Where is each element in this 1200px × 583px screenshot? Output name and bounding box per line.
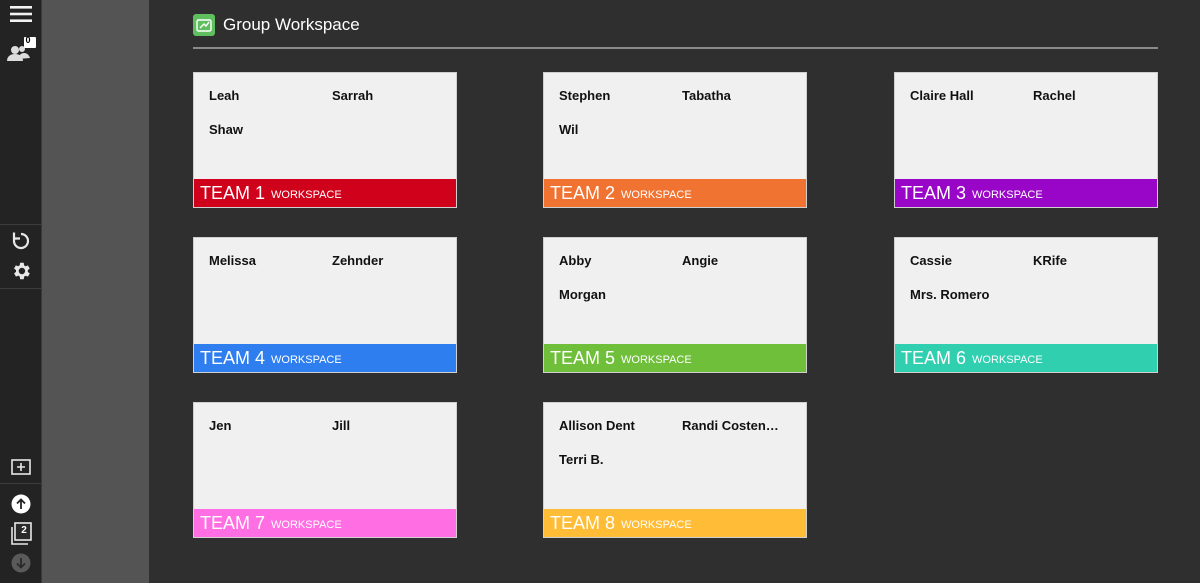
member-name: KRife	[1033, 253, 1067, 268]
team-label: TEAM 2	[550, 182, 616, 203]
arrow-down-circle-icon	[11, 553, 30, 573]
member-name: Sarrah	[332, 88, 374, 103]
member-name: Wil	[559, 122, 579, 137]
workspace-label: WORKSPACE	[972, 189, 1043, 201]
workspace-label: WORKSPACE	[271, 354, 342, 366]
group-workspace-icon	[193, 14, 215, 36]
member-list: Stephen Tabatha Wil	[559, 88, 799, 137]
add-page-button[interactable]	[0, 456, 41, 478]
team-card[interactable]: Claire Hall Rachel TEAM 3 WORKSPACE	[894, 72, 1158, 208]
team-label: TEAM 4	[200, 347, 266, 368]
member-name: Leah	[209, 88, 240, 103]
member-name: Randi Costen…	[682, 418, 779, 433]
member-list: Cassie KRife Mrs. Romero	[910, 253, 1150, 302]
team-card[interactable]: Abby Angie Morgan TEAM 5 WORKSPACE	[543, 237, 807, 373]
workspace-label: WORKSPACE	[271, 189, 342, 201]
undo-icon	[12, 232, 29, 250]
settings-button[interactable]	[0, 259, 41, 283]
team-footer: TEAM 6 WORKSPACE	[895, 344, 1157, 372]
member-name: Stephen	[559, 88, 611, 103]
team-card[interactable]: Allison Dent Randi Costen… Terri B. TEAM 8 W…	[543, 402, 807, 538]
member-name: Jill	[332, 418, 351, 433]
workspace-label: WORKSPACE	[972, 354, 1043, 366]
team-footer: TEAM 3 WORKSPACE	[895, 179, 1157, 207]
left-toolbar: 0 2	[0, 0, 42, 583]
page-count: 2	[21, 525, 27, 536]
team-footer: TEAM 2 WORKSPACE	[544, 179, 806, 207]
member-list: Abby Angie Morgan	[559, 253, 799, 302]
member-name: Jen	[209, 418, 232, 433]
team-label: TEAM 6	[901, 347, 967, 368]
member-name: Tabatha	[682, 88, 731, 103]
pages-button[interactable]: 2	[0, 522, 41, 546]
gear-icon	[13, 262, 30, 280]
team-label: TEAM 1	[200, 182, 266, 203]
team-card[interactable]: Stephen Tabatha Wil TEAM 2 WORKSPACE	[543, 72, 807, 208]
team-footer: TEAM 7 WORKSPACE	[194, 509, 456, 537]
workspace-label: WORKSPACE	[621, 354, 692, 366]
member-list: Jen Jill	[209, 418, 449, 433]
team-label: TEAM 5	[550, 347, 616, 368]
main-area: Group Workspace Leah Sarrah Shaw TEAM 1 WORK…	[149, 0, 1200, 583]
team-footer: TEAM 8 WORKSPACE	[544, 509, 806, 537]
team-card[interactable]: Jen Jill TEAM 7 WORKSPACE	[193, 402, 457, 538]
header: Group Workspace	[193, 14, 360, 36]
previous-page-button[interactable]	[0, 493, 41, 515]
member-name: Terri B.	[559, 452, 604, 467]
workspace-label: WORKSPACE	[621, 519, 692, 531]
undo-button[interactable]	[0, 229, 41, 253]
member-list: Melissa Zehnder	[209, 253, 449, 268]
member-list: Allison Dent Randi Costen… Terri B.	[559, 418, 799, 467]
member-name: Melissa	[209, 253, 256, 268]
add-page-icon	[10, 459, 31, 475]
member-name: Rachel	[1033, 88, 1076, 103]
menu-button[interactable]	[0, 2, 41, 26]
workspace-label: WORKSPACE	[621, 189, 692, 201]
member-list: Leah Sarrah Shaw	[209, 88, 449, 137]
next-page-button[interactable]	[0, 552, 41, 574]
header-divider	[193, 47, 1158, 49]
team-footer: TEAM 5 WORKSPACE	[544, 344, 806, 372]
member-name: Mrs. Romero	[910, 287, 990, 302]
arrow-up-circle-icon	[11, 494, 30, 514]
side-panel	[42, 0, 149, 583]
participants-count-badge: 0	[25, 35, 31, 45]
participants-button[interactable]: 0	[0, 35, 41, 66]
hamburger-icon	[9, 6, 32, 22]
member-name: Shaw	[209, 122, 243, 137]
member-name: Angie	[682, 253, 719, 268]
member-name: Zehnder	[332, 253, 384, 268]
page-title: Group Workspace	[223, 15, 360, 34]
team-label: TEAM 8	[550, 512, 616, 533]
team-card[interactable]: Melissa Zehnder TEAM 4 WORKSPACE	[193, 237, 457, 373]
team-footer: TEAM 1 WORKSPACE	[194, 179, 456, 207]
member-name: Allison Dent	[559, 418, 635, 433]
team-label: TEAM 7	[200, 512, 266, 533]
member-name: Claire Hall	[910, 88, 974, 103]
member-name: Morgan	[559, 287, 606, 302]
team-footer: TEAM 4 WORKSPACE	[194, 344, 456, 372]
member-name: Cassie	[910, 253, 952, 268]
member-list: Claire Hall Rachel	[910, 88, 1150, 103]
team-card[interactable]: Leah Sarrah Shaw TEAM 1 WORKSPACE	[193, 72, 457, 208]
team-card[interactable]: Cassie KRife Mrs. Romero TEAM 6 WORKSPACE	[894, 237, 1158, 373]
team-label: TEAM 3	[901, 182, 967, 203]
workspace-label: WORKSPACE	[271, 519, 342, 531]
member-name: Abby	[559, 253, 592, 268]
